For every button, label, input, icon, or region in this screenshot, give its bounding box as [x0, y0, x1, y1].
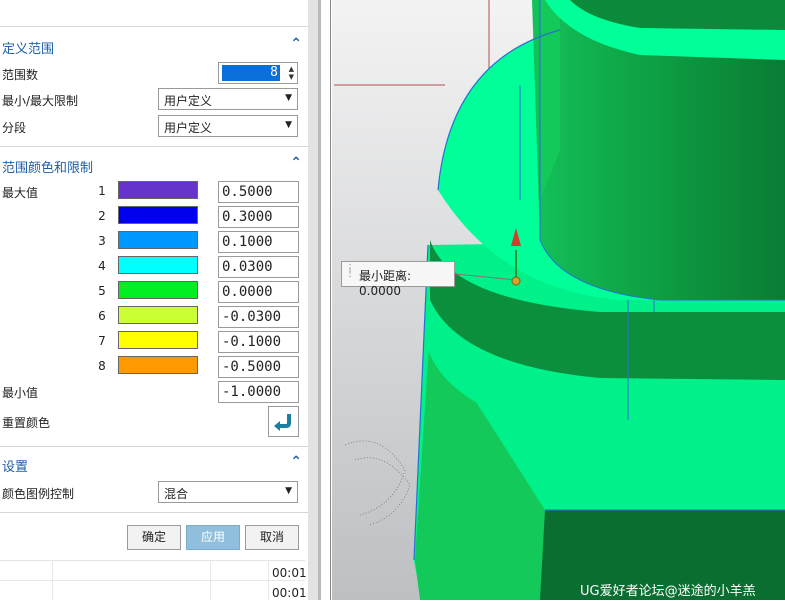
settings-header[interactable]: 设置 ⌃ — [0, 450, 308, 478]
spin-down-icon[interactable]: ▼ — [289, 73, 294, 81]
row-index: 7 — [98, 334, 106, 348]
legend-control-select[interactable]: 混合 ▼ — [158, 481, 298, 503]
range-definition-header[interactable]: 定义范围 ⌃ — [0, 32, 308, 60]
limit-value-field[interactable]: 0.0300 — [218, 256, 299, 278]
section-title: 设置 — [2, 460, 29, 475]
color-range-dialog: 定义范围 ⌃ 范围数 8 ▲ ▼ 最小/最大限制 用户定义 ▼ 分段 用户定义 … — [0, 0, 308, 601]
min-value-label: 最小值 — [2, 386, 39, 400]
section-divider — [0, 146, 308, 147]
num-ranges-value[interactable]: 8 — [222, 65, 280, 81]
reset-arrow-icon — [274, 414, 291, 431]
table-cell-time: 00:01 — [272, 586, 307, 600]
color-swatch[interactable] — [118, 306, 198, 324]
row-index: 4 — [98, 259, 106, 273]
spin-up-icon[interactable]: ▲ — [289, 65, 294, 73]
select-value: 混合 — [164, 487, 189, 501]
limit-value-field[interactable]: 0.1000 — [218, 231, 299, 253]
table-row-divider — [0, 580, 305, 581]
ok-button[interactable]: 确定 — [127, 525, 181, 550]
row-index: 6 — [98, 309, 106, 323]
section-title: 定义范围 — [2, 42, 55, 57]
reset-colors-button[interactable] — [268, 406, 299, 437]
watermark-text: UG爱好者论坛@迷途的小羊羔 — [580, 584, 756, 599]
limit-value-field[interactable]: -0.5000 — [218, 356, 299, 378]
callout-text: 最小距离: 0.0000 — [359, 269, 412, 298]
chevron-up-icon[interactable]: ⌃ — [290, 36, 302, 52]
section-divider — [0, 512, 308, 513]
num-ranges-spinner[interactable]: 8 ▲ ▼ — [218, 62, 298, 84]
legend-control-label: 颜色图例控制 — [2, 487, 75, 501]
row-index: 3 — [98, 234, 106, 248]
color-swatch[interactable] — [118, 281, 198, 299]
dialog-top-strip — [0, 0, 308, 27]
color-swatch[interactable] — [118, 231, 198, 249]
cancel-button[interactable]: 取消 — [245, 525, 299, 550]
apply-button[interactable]: 应用 — [186, 525, 240, 550]
color-swatch[interactable] — [118, 356, 198, 374]
select-value: 用户定义 — [164, 94, 213, 108]
min-value-field[interactable]: -1.0000 — [218, 381, 299, 403]
color-swatch[interactable] — [118, 256, 198, 274]
chevron-down-icon: ▼ — [285, 93, 292, 103]
chevron-up-icon[interactable]: ⌃ — [290, 454, 302, 470]
segment-label: 分段 — [2, 121, 27, 135]
color-swatch[interactable] — [118, 331, 198, 349]
row-index: 2 — [98, 209, 106, 223]
section-title: 范围颜色和限制 — [2, 161, 94, 176]
row-index: 1 — [98, 184, 106, 198]
graphics-viewport[interactable] — [332, 0, 785, 600]
splitter-scrollbar[interactable] — [318, 0, 321, 600]
range-colors-header[interactable]: 范围颜色和限制 ⌃ — [0, 151, 308, 179]
color-swatch[interactable] — [118, 181, 198, 199]
model-view — [332, 0, 785, 600]
color-swatch[interactable] — [118, 206, 198, 224]
limit-value-field[interactable]: 0.5000 — [218, 181, 299, 203]
min-distance-callout[interactable]: ⋮ ⋮ 最小距离: 0.0000 — [341, 261, 455, 298]
limit-value-field[interactable]: -0.0300 — [218, 306, 299, 328]
minmax-limit-label: 最小/最大限制 — [2, 94, 79, 108]
limit-value-field[interactable]: 0.0000 — [218, 281, 299, 303]
table-col-divider — [52, 560, 53, 600]
viewport-border — [330, 0, 331, 600]
num-ranges-label: 范围数 — [2, 68, 39, 82]
limit-value-field[interactable]: 0.3000 — [218, 206, 299, 228]
chevron-down-icon: ▼ — [285, 486, 292, 496]
limit-value-field[interactable]: -0.1000 — [218, 331, 299, 353]
select-value: 用户定义 — [164, 121, 213, 135]
table-col-divider — [210, 560, 211, 600]
row-index: 5 — [98, 284, 106, 298]
table-col-divider — [268, 560, 269, 600]
max-value-label: 最大值 — [2, 186, 39, 200]
reset-colors-label: 重置颜色 — [2, 416, 51, 430]
section-divider — [0, 446, 308, 447]
table-cell-time: 00:01 — [272, 566, 307, 580]
drag-handle-icon[interactable]: ⋮ ⋮ — [345, 264, 355, 279]
row-index: 8 — [98, 359, 106, 373]
chevron-up-icon[interactable]: ⌃ — [290, 155, 302, 171]
chevron-down-icon: ▼ — [285, 120, 292, 130]
segment-select[interactable]: 用户定义 ▼ — [158, 115, 298, 137]
minmax-limit-select[interactable]: 用户定义 ▼ — [158, 88, 298, 110]
